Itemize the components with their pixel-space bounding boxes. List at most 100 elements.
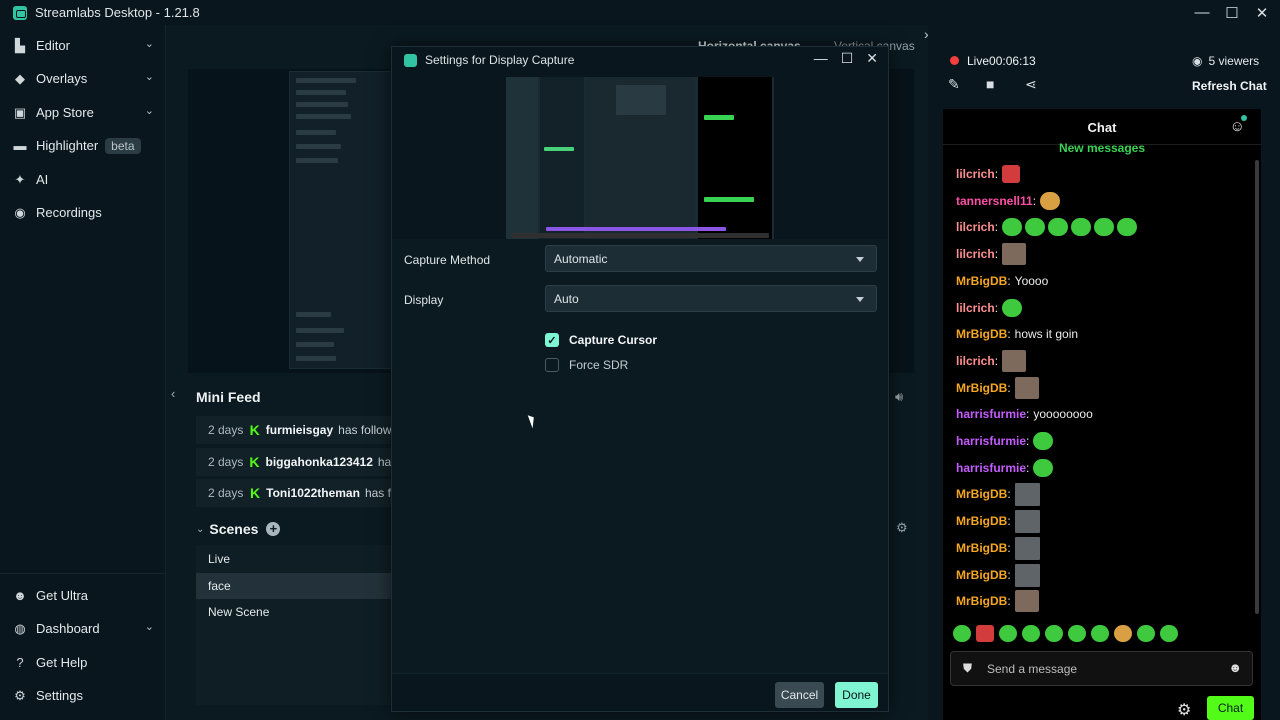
scene-item[interactable]: Live	[196, 546, 391, 572]
green-emote-icon	[1033, 432, 1054, 450]
scene-item[interactable]: New Scene	[196, 599, 391, 625]
collapse-right-icon[interactable]: ›	[924, 26, 929, 42]
force-sdr-checkbox[interactable]	[545, 358, 559, 372]
new-messages-banner[interactable]: New messages	[943, 141, 1261, 155]
sidebar-item-app-store[interactable]: ▣ App Store ⌄	[0, 96, 166, 129]
cancel-button[interactable]: Cancel	[775, 682, 824, 708]
capture-cursor-option[interactable]: ✓ Capture Cursor	[545, 333, 657, 347]
maximize-icon[interactable]: ☐	[1224, 4, 1240, 22]
chat-message: MrBigDB:	[956, 563, 1043, 587]
chat-username[interactable]: MrBigDB	[956, 568, 1007, 582]
sidebar-item-label: App Store	[36, 105, 94, 120]
chat-scrollbar[interactable]	[1255, 160, 1259, 614]
clip-camera-icon[interactable]: ■	[986, 76, 994, 92]
chat-message-input[interactable]	[987, 659, 1217, 679]
sidebar-item-get-help[interactable]: ? Get Help	[0, 646, 166, 679]
capture-cursor-checkbox[interactable]: ✓	[545, 333, 559, 347]
chat-separator: :	[994, 247, 999, 261]
preview-taskbar	[511, 233, 769, 238]
scenes-header: ⌄ Scenes +	[196, 521, 281, 537]
volume-icon[interactable]: 🔊︎	[895, 389, 903, 405]
display-select[interactable]: Auto	[545, 285, 877, 312]
force-sdr-label: Force SDR	[569, 358, 629, 372]
thumbnail-line	[296, 144, 341, 149]
chevron-down-icon	[856, 297, 864, 302]
shield-icon: ⛊	[963, 661, 973, 675]
minimize-icon[interactable]: —	[814, 50, 828, 67]
chat-username[interactable]: harrisfurmie	[956, 434, 1026, 448]
force-sdr-option[interactable]: Force SDR	[545, 358, 628, 372]
chat-username[interactable]: MrBigDB	[956, 327, 1007, 341]
chat-username[interactable]: lilcrich	[956, 167, 995, 181]
sidebar-item-overlays[interactable]: ◆ Overlays ⌄	[0, 62, 166, 95]
preview-element	[616, 85, 666, 115]
red-emote-icon[interactable]	[976, 625, 994, 642]
chat-username[interactable]: MrBigDB	[956, 274, 1007, 288]
done-button[interactable]: Done	[835, 682, 878, 708]
maximize-icon[interactable]: ☐	[841, 50, 854, 67]
recordings-icon: ◉	[14, 204, 26, 220]
chat-username[interactable]: tannersnell11	[956, 194, 1033, 208]
sidebar-item-label: Recordings	[36, 205, 102, 220]
capture-method-label: Capture Method	[404, 253, 491, 267]
chat-username[interactable]: harrisfurmie	[956, 407, 1026, 421]
ultra-icon: ☻	[13, 588, 27, 603]
green-emote-icon[interactable]	[1022, 625, 1040, 642]
feed-age: 2 days	[208, 486, 244, 500]
dialog-titlebar: Settings for Display Capture — ☐ ✕	[392, 47, 888, 73]
sidebar-item-editor[interactable]: ▙ Editor ⌄	[0, 29, 166, 62]
chat-username[interactable]: MrBigDB	[956, 381, 1007, 395]
chat-username[interactable]: harrisfurmie	[956, 461, 1026, 475]
close-icon[interactable]: ✕	[1254, 4, 1270, 22]
capture-method-select[interactable]: Automatic	[545, 245, 877, 272]
kick-icon: K	[250, 485, 261, 501]
sidebar-item-get-ultra[interactable]: ☻ Get Ultra	[0, 579, 166, 612]
sidebar-item-dashboard[interactable]: ◍ Dashboard ⌄	[0, 612, 166, 645]
chat-username[interactable]: MrBigDB	[956, 487, 1007, 501]
chat-username[interactable]: MrBigDB	[956, 541, 1007, 555]
live-indicator-icon	[950, 56, 959, 65]
edit-pencil-icon[interactable]: ✎	[948, 76, 960, 93]
green-emote-icon[interactable]	[1137, 625, 1155, 642]
display-capture-settings-dialog: Settings for Display Capture — ☐ ✕ Captu…	[391, 46, 889, 712]
minimize-icon[interactable]: —	[1194, 4, 1210, 21]
refresh-chat-button[interactable]: Refresh Chat	[1192, 79, 1267, 93]
green-emote-icon[interactable]	[953, 625, 971, 642]
scene-item[interactable]: face	[196, 573, 391, 599]
chat-settings-gear-icon[interactable]: ⚙	[1177, 700, 1191, 720]
green-emote-icon[interactable]	[999, 625, 1017, 642]
chat-username[interactable]: MrBigDB	[956, 514, 1007, 528]
share-icon[interactable]: ⋖	[1025, 76, 1037, 93]
chat-username[interactable]: MrBigDB	[956, 594, 1007, 608]
chat-message: MrBigDB:	[956, 482, 1043, 506]
chat-separator: :	[1007, 327, 1011, 341]
chat-username[interactable]: lilcrich	[956, 354, 995, 368]
green-emote-icon[interactable]	[1091, 625, 1109, 642]
settings-gear-icon[interactable]: ⚙	[896, 520, 908, 536]
dialog-footer: Cancel Done	[392, 673, 888, 711]
close-icon[interactable]: ✕	[866, 50, 878, 67]
sidebar-item-recordings[interactable]: ◉ Recordings	[0, 196, 166, 229]
green-emote-icon[interactable]	[1160, 625, 1178, 642]
chat-username[interactable]: lilcrich	[956, 301, 995, 315]
sidebar-item-highlighter[interactable]: ▬ Highlighter beta	[0, 129, 166, 162]
collapse-left-icon[interactable]: ‹	[171, 386, 175, 401]
chat-username[interactable]: lilcrich	[956, 247, 995, 261]
green-emote-icon[interactable]	[1045, 625, 1063, 642]
gray-emote-icon	[1014, 536, 1040, 560]
red-emote-icon	[1002, 165, 1021, 183]
emoji-icon[interactable]: ☻	[1228, 660, 1242, 675]
feed-row: 2 days K biggahonka123412 ha	[196, 448, 391, 476]
sidebar-item-settings[interactable]: ⚙ Settings	[0, 679, 166, 712]
chevron-down-icon[interactable]: ⌄	[196, 524, 204, 535]
sidebar-divider	[0, 573, 166, 574]
preview-element	[704, 115, 734, 120]
chat-message: MrBigDB: Yoooo	[956, 271, 1048, 291]
add-scene-icon[interactable]: +	[266, 522, 281, 536]
send-chat-button[interactable]: Chat	[1207, 696, 1254, 720]
live-status: Live00:06:13	[967, 54, 1036, 68]
sidebar-item-ai[interactable]: ✦ AI	[0, 163, 166, 196]
chat-username[interactable]: lilcrich	[956, 220, 995, 234]
green-emote-icon[interactable]	[1068, 625, 1086, 642]
burger-emote-icon[interactable]	[1114, 625, 1132, 642]
